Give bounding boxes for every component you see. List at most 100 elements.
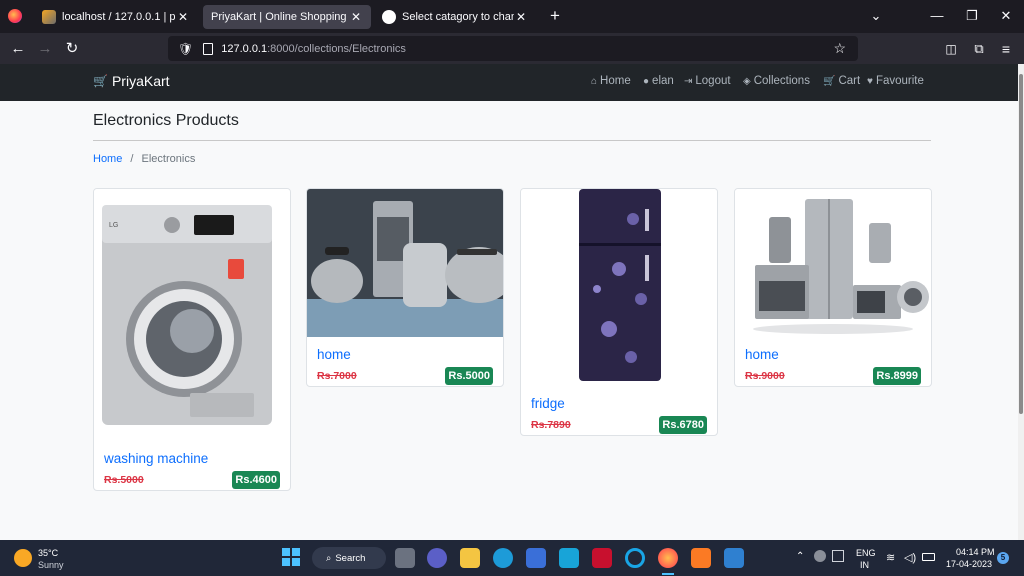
sale-price-badge: Rs.8999 (873, 367, 921, 385)
volume-icon[interactable]: ◁) (904, 551, 916, 564)
web-page: 🛒 PriyaKart ⌂ Home ● elan ⇥ Logout ◈ Collect… (0, 64, 1018, 540)
product-name[interactable]: home (317, 347, 351, 362)
nav-label: Logout (695, 75, 731, 87)
menu-icon[interactable]: ≡ (995, 38, 1017, 60)
file-explorer-icon[interactable] (460, 548, 480, 568)
breadcrumb-separator: / (130, 153, 134, 165)
mcafee-icon[interactable] (592, 548, 612, 568)
edge-icon[interactable] (493, 548, 513, 568)
close-icon[interactable]: ✕ (514, 10, 528, 24)
django-icon (382, 10, 396, 24)
notification-badge[interactable]: 5 (997, 552, 1009, 564)
windows-start-icon[interactable] (282, 548, 300, 566)
heart-icon: ♥ (867, 75, 873, 87)
reload-icon[interactable]: ↻ (61, 38, 83, 60)
teams-chat-icon[interactable] (427, 548, 447, 568)
tab-title: Select catagory to change | Dja (402, 11, 514, 23)
page-scrollbar[interactable] (1018, 64, 1024, 540)
wifi-icon[interactable]: ≋ (886, 551, 895, 564)
nav-home[interactable]: ⌂ Home (591, 75, 631, 87)
language-region: IN (860, 560, 869, 570)
address-bar[interactable]: 🛡 127.0.0.1:8000/collections/Electronics… (168, 36, 858, 61)
washing-machine-image[interactable]: LG (94, 189, 290, 429)
extensions-icon[interactable]: ⧉ (968, 38, 990, 60)
store-icon[interactable] (526, 548, 546, 568)
nav-label: Home (600, 75, 631, 87)
product-name[interactable]: home (745, 347, 779, 362)
nav-label: Collections (753, 75, 810, 87)
firefox-icon[interactable] (8, 9, 22, 23)
browser-toolbar: ← → ↻ 🛡 127.0.0.1:8000/collections/Elect… (0, 33, 1024, 64)
tab-title: PriyaKart | Online Shopping (211, 11, 347, 23)
product-card-home[interactable]: home Rs.7000 Rs.5000 (306, 188, 504, 387)
weather-temp[interactable]: 35°C (38, 548, 58, 558)
tab-django-admin[interactable]: Select catagory to change | Dja ✕ (374, 5, 536, 29)
task-view-icon[interactable] (395, 548, 415, 568)
nav-cart[interactable]: 🛒 Cart (823, 75, 860, 87)
product-card-washing-machine[interactable]: LG washing machine Rs.5000 Rs.4600 (93, 188, 291, 491)
minimize-icon[interactable]: — (923, 6, 951, 26)
home-icon: ⌂ (591, 75, 598, 87)
tab-phpmyadmin[interactable]: localhost / 127.0.0.1 | phpMyAd ✕ (34, 5, 198, 29)
firefox-taskbar-icon[interactable] (658, 548, 678, 568)
cart-icon: 🛒 (93, 74, 108, 88)
sale-price-badge: Rs.6780 (659, 416, 707, 434)
bookmark-star-icon[interactable]: ☆ (833, 40, 846, 57)
sun-icon[interactable] (14, 549, 32, 567)
sale-price-badge: Rs.5000 (445, 367, 493, 385)
brand-name: PriyaKart (111, 73, 170, 89)
cubes-icon: ◈ (743, 75, 751, 87)
divider (93, 140, 931, 141)
fridge-image[interactable] (521, 189, 717, 385)
nav-collections[interactable]: ◈ Collections (743, 75, 810, 87)
product-name[interactable]: washing machine (104, 451, 208, 466)
close-icon[interactable]: ✕ (176, 10, 190, 24)
close-icon[interactable]: ✕ (349, 10, 363, 24)
tray-shield-icon[interactable] (832, 550, 844, 562)
search-label: Search (335, 552, 366, 564)
active-indicator (662, 573, 674, 575)
taskbar-search[interactable]: ⌕ Search (312, 547, 386, 569)
new-tab-button[interactable]: + (545, 6, 565, 26)
close-window-icon[interactable]: ✕ (992, 6, 1020, 26)
nav-logout[interactable]: ⇥ Logout (684, 75, 731, 87)
tab-list-chevron-icon[interactable]: ⌄ (862, 6, 890, 26)
brand-link[interactable]: 🛒 PriyaKart (93, 73, 170, 89)
tray-app-icon[interactable] (814, 550, 826, 562)
shield-icon[interactable]: 🛡 (178, 42, 193, 56)
restore-icon[interactable]: ❐ (958, 6, 986, 26)
pocket-icon[interactable]: ◫ (940, 38, 962, 60)
breadcrumb-current: Electronics (141, 153, 196, 165)
xampp-icon[interactable] (691, 548, 711, 568)
product-card-fridge[interactable]: fridge Rs.7890 Rs.6780 (520, 188, 718, 436)
phpmyadmin-icon (42, 10, 56, 24)
tab-priyakart[interactable]: PriyaKart | Online Shopping ✕ (203, 5, 371, 29)
cortana-icon[interactable] (625, 548, 645, 568)
user-icon: ● (643, 75, 650, 87)
chevron-up-icon[interactable]: ⌃ (796, 551, 804, 562)
kettle-appliances-image[interactable] (307, 189, 503, 337)
clock-time[interactable]: 04:14 PM (956, 547, 995, 557)
page-title: Electronics Products (93, 112, 239, 129)
l-app-icon[interactable] (559, 548, 579, 568)
back-icon[interactable]: ← (7, 38, 29, 60)
logout-icon: ⇥ (684, 75, 693, 87)
vscode-icon[interactable] (724, 548, 744, 568)
language-code[interactable]: ENG (856, 548, 876, 558)
original-price: Rs.9000 (745, 370, 785, 382)
nav-favourite[interactable]: ♥ Favourite (867, 75, 924, 87)
sale-price-badge: Rs.4600 (232, 471, 280, 489)
breadcrumb-home[interactable]: Home (93, 153, 122, 165)
nav-user[interactable]: ● elan (643, 75, 674, 87)
page-icon[interactable] (203, 42, 214, 55)
battery-icon[interactable] (922, 553, 935, 561)
weather-desc: Sunny (38, 560, 64, 570)
product-card-home-appliances[interactable]: home Rs.9000 Rs.8999 (734, 188, 932, 387)
product-name[interactable]: fridge (531, 396, 565, 411)
tab-title: localhost / 127.0.0.1 | phpMyAd (62, 11, 176, 23)
original-price: Rs.7890 (531, 419, 571, 431)
home-appliances-image[interactable] (735, 189, 931, 337)
forward-icon[interactable]: → (34, 38, 56, 60)
scrollbar-thumb[interactable] (1019, 74, 1023, 414)
windows-taskbar: 35°C Sunny ⌕ Search ⌃ ENG IN ≋ ◁) 04:14 P… (0, 540, 1024, 576)
